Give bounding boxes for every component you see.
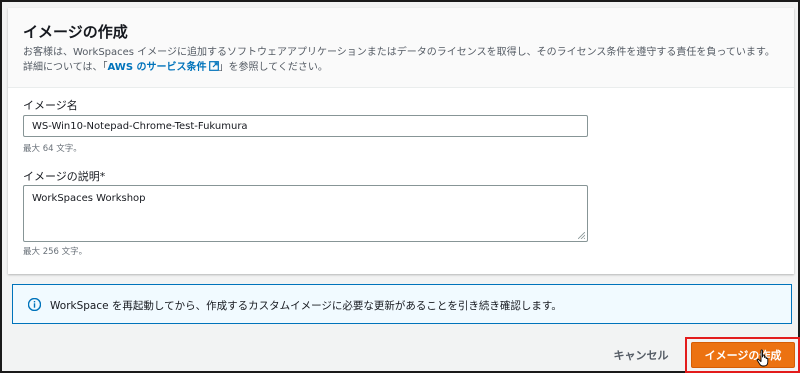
panel-description: お客様は、WorkSpaces イメージに追加するソフトウェアアプリケーションま…: [23, 45, 783, 75]
page-title: イメージの作成: [23, 23, 128, 41]
image-description-textarea[interactable]: WorkSpaces Workshop: [23, 185, 588, 242]
info-icon: [28, 298, 41, 311]
service-terms-link[interactable]: AWS のサービス条件: [107, 61, 219, 73]
image-name-hint: 最大 64 文字。: [23, 144, 82, 154]
image-description-hint: 最大 256 文字。: [23, 247, 88, 257]
image-description-label: イメージの説明*: [23, 170, 106, 183]
create-image-button[interactable]: イメージの作成: [691, 342, 795, 368]
service-terms-link-label: AWS のサービス条件: [107, 62, 207, 73]
image-description-value: WorkSpaces Workshop: [32, 193, 146, 204]
dialog-frame: イメージの作成 お客様は、WorkSpaces イメージに追加するソフトウェアア…: [0, 0, 800, 373]
image-name-input[interactable]: [23, 115, 588, 137]
external-link-icon: [208, 61, 219, 71]
cancel-button[interactable]: キャンセル: [605, 342, 677, 368]
resize-grip-icon[interactable]: [578, 232, 585, 239]
panel-header: イメージの作成 お客様は、WorkSpaces イメージに追加するソフトウェアア…: [8, 8, 794, 88]
alert-message: WorkSpace を再起動してから、作成するカスタムイメージに必要な更新がある…: [50, 300, 562, 312]
create-image-panel: イメージの作成 お客様は、WorkSpaces イメージに追加するソフトウェアア…: [8, 8, 794, 274]
info-alert: WorkSpace を再起動してから、作成するカスタムイメージに必要な更新がある…: [12, 284, 792, 324]
image-name-label: イメージ名: [23, 99, 78, 112]
description-text-end: 」を参照してください。: [218, 62, 328, 73]
hand-cursor-icon: [756, 349, 769, 367]
